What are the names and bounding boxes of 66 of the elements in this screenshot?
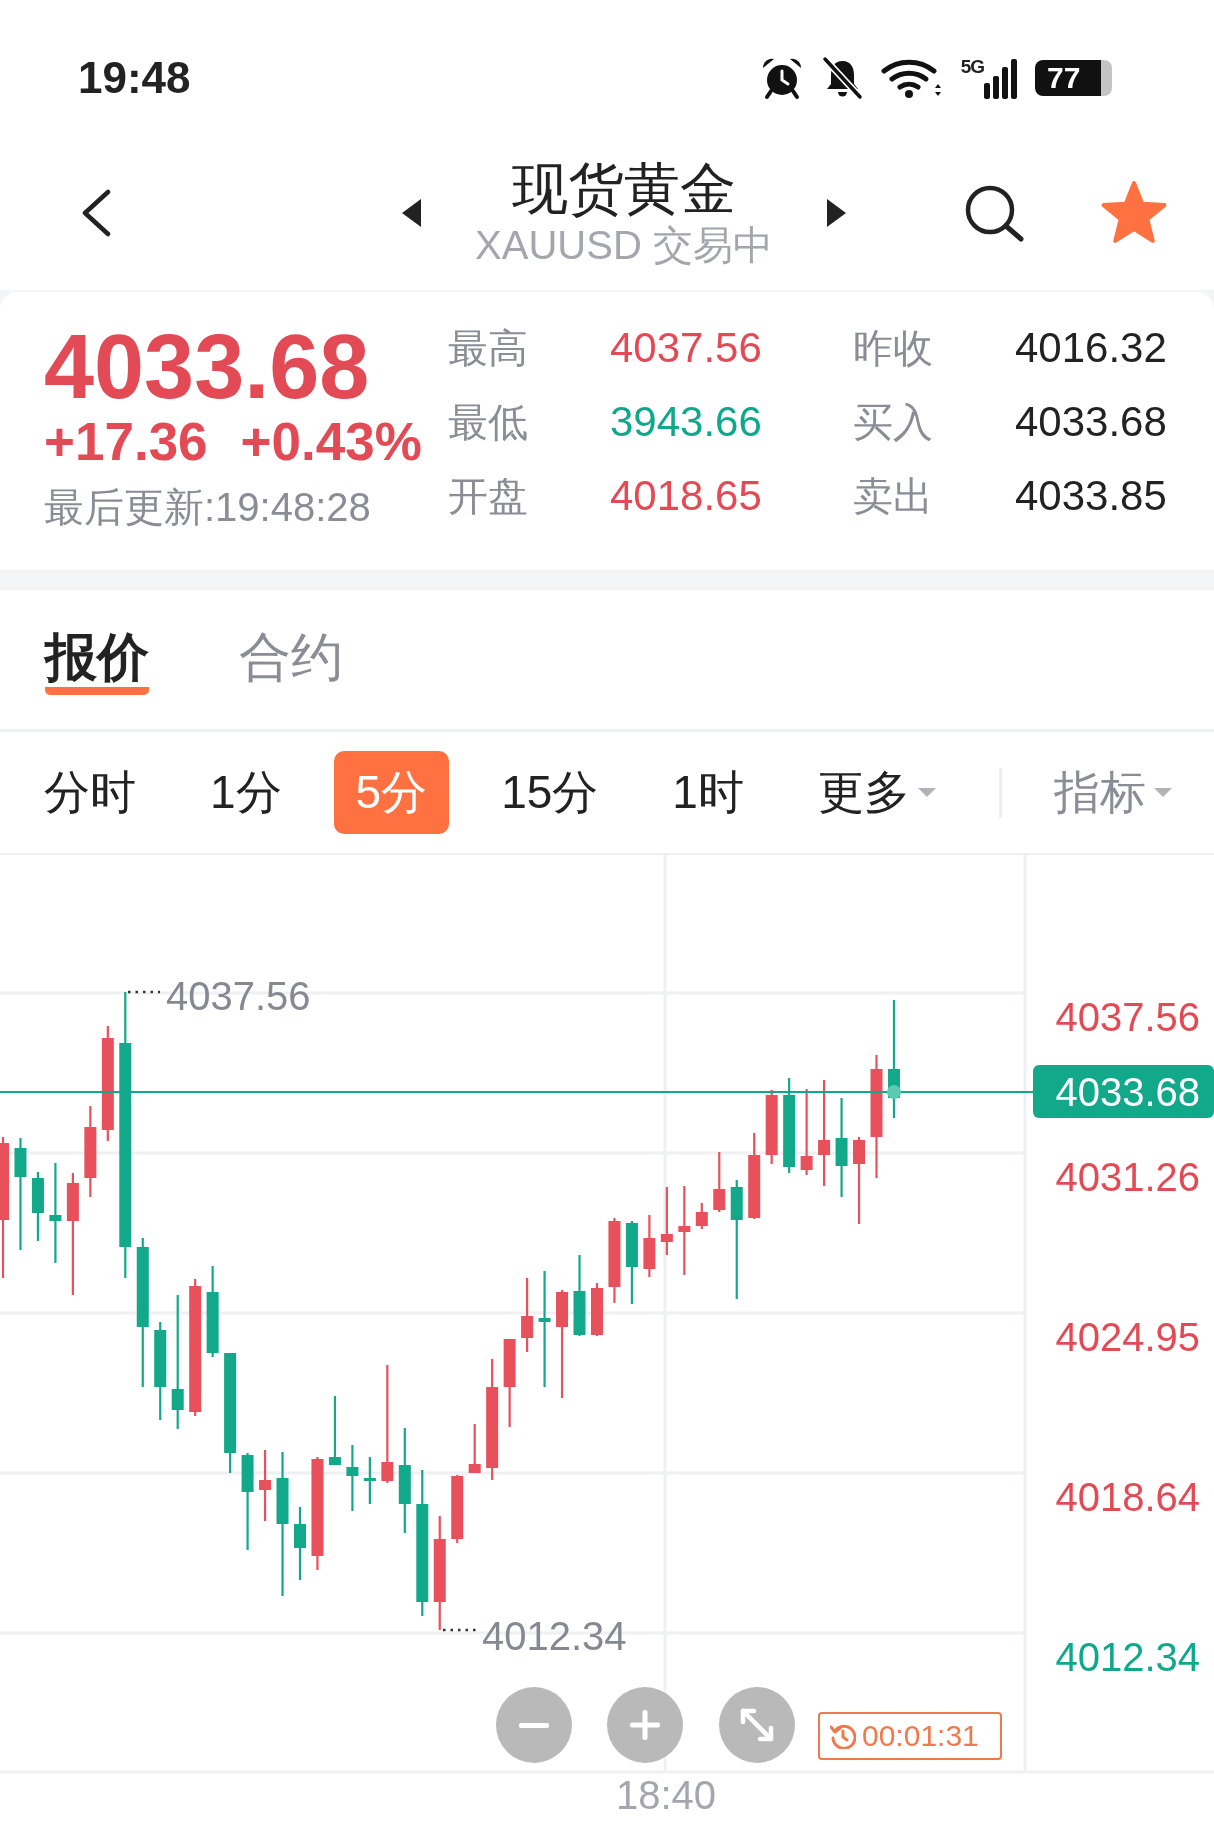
countdown-text: 00:01:31 [862, 1721, 979, 1751]
stat-label: 卖出 [853, 472, 934, 520]
low-price-label: 4012.34 [482, 1614, 627, 1658]
price-axis-label: 4018.64 [1055, 1475, 1200, 1519]
candlestick [643, 1215, 656, 1277]
right-triangle-icon[interactable] [826, 198, 846, 227]
candlestick [591, 1283, 603, 1336]
period-tab[interactable]: 分时 [22, 751, 158, 834]
stat-label: 最高 [448, 324, 529, 372]
price-change: +17.36 [44, 417, 208, 467]
price-axis-label: 4031.26 [1055, 1155, 1200, 1199]
stat-label: 开盘 [448, 472, 529, 520]
price-axis-label: 4012.34 [1055, 1635, 1200, 1679]
candlestick [328, 1396, 341, 1465]
caret-down-icon [1154, 788, 1172, 797]
clock-time: 19:48 [78, 56, 191, 100]
stat-label: 买入 [853, 398, 934, 446]
bell-off-icon [820, 56, 864, 100]
search-icon[interactable] [963, 183, 1025, 242]
candlestick [363, 1457, 376, 1504]
star-icon[interactable] [1100, 179, 1168, 246]
instrument-title: 现货黄金 [511, 156, 737, 221]
leader-line [443, 1628, 476, 1632]
price-axis-label: 4024.95 [1055, 1315, 1200, 1359]
expand-arrows-icon [740, 1708, 774, 1742]
current-price-tag: 4033.68 [1033, 1065, 1214, 1118]
period-tab[interactable]: 更多 [795, 751, 958, 834]
candlestick [346, 1445, 359, 1511]
candlestick [713, 1152, 726, 1212]
candlestick [468, 1424, 481, 1473]
history-icon [830, 1723, 856, 1749]
last-update-time: 最后更新:19:48:28 [44, 484, 372, 531]
price-axis-label: 4037.56 [1055, 995, 1200, 1039]
wifi-icon [880, 58, 944, 98]
instrument-subtitle: XAUUSD 交易中 [475, 221, 773, 269]
stat-label: 最低 [448, 398, 529, 446]
stat-value: 4016.32 [1015, 324, 1167, 372]
period-tab[interactable]: 15分 [479, 751, 621, 834]
candlestick [695, 1203, 708, 1229]
period-tab[interactable]: 1分 [188, 751, 304, 834]
period-tab[interactable]: 1时 [650, 751, 766, 834]
last-price: 4033.68 [44, 317, 371, 417]
minus-icon [519, 1722, 549, 1728]
candlestick [31, 1172, 44, 1241]
left-triangle-icon[interactable] [402, 198, 422, 227]
stat-value: 4037.56 [610, 324, 763, 372]
leader-line [128, 990, 160, 994]
network-type: 5G [960, 57, 984, 77]
stat-value: 4033.85 [1015, 472, 1167, 520]
stat-value: 4033.68 [1015, 398, 1167, 446]
back-icon[interactable] [80, 188, 112, 237]
section-tab[interactable]: 报价 [45, 627, 149, 695]
stat-value: 3943.66 [610, 398, 763, 446]
caret-down-icon [917, 788, 936, 797]
plus-icon [630, 1710, 660, 1740]
time-axis-label: 18:40 [615, 1773, 717, 1817]
candlestick [451, 1475, 464, 1543]
candlestick [259, 1450, 272, 1521]
battery-indicator: 77 [1035, 60, 1112, 96]
stat-value: 4018.65 [610, 472, 763, 520]
candlestick [660, 1187, 673, 1255]
stat-label: 昨收 [853, 324, 934, 372]
signal-bars-icon [984, 59, 1018, 99]
pulse-dot-icon [887, 1085, 901, 1099]
high-price-label: 4037.56 [166, 974, 311, 1018]
percent-change: +0.43% [240, 417, 422, 467]
